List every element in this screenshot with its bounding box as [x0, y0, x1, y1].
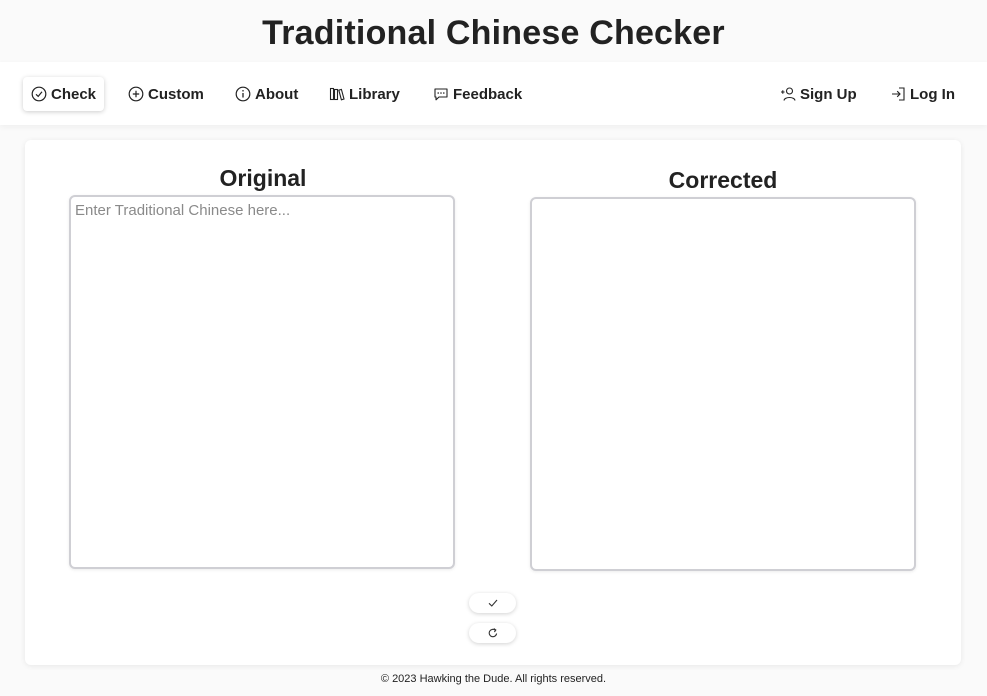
library-icon	[329, 87, 345, 101]
nav-about[interactable]: About	[227, 77, 306, 111]
nav-custom[interactable]: Custom	[120, 77, 212, 111]
chat-bubble-icon	[434, 88, 448, 101]
nav-log-in-label: Log In	[910, 85, 955, 103]
nav-sign-up[interactable]: Sign Up	[772, 77, 865, 111]
nav-check[interactable]: Check	[23, 77, 105, 111]
user-plus-icon	[781, 87, 796, 101]
corrected-textarea[interactable]	[530, 197, 916, 571]
nav-library[interactable]: Library	[321, 77, 408, 111]
navbar: Check Custom About Library Feedback Sign…	[0, 62, 987, 125]
checker-card: Original Corrected	[25, 140, 961, 665]
original-title: Original	[219, 165, 307, 191]
checkmark-icon	[488, 599, 497, 607]
reset-button[interactable]	[469, 623, 516, 643]
nav-about-label: About	[255, 85, 299, 103]
refresh-icon	[488, 628, 497, 638]
nav-feedback-label: Feedback	[453, 85, 523, 103]
info-circle-icon	[235, 86, 251, 102]
nav-check-label: Check	[51, 85, 97, 103]
nav-log-in[interactable]: Log In	[882, 77, 963, 111]
nav-feedback[interactable]: Feedback	[425, 77, 530, 111]
nav-sign-up-label: Sign Up	[800, 85, 857, 103]
nav-custom-label: Custom	[148, 85, 204, 103]
login-icon	[892, 87, 905, 101]
nav-library-label: Library	[349, 85, 400, 103]
check-button[interactable]	[469, 593, 516, 613]
corrected-title: Corrected	[668, 167, 778, 193]
page-title: Traditional Chinese Checker	[262, 14, 725, 52]
plus-circle-icon	[128, 86, 144, 102]
check-circle-icon	[31, 86, 47, 102]
original-textarea[interactable]	[69, 195, 455, 569]
footer-copyright: © 2023 Hawking the Dude. All rights rese…	[380, 673, 607, 685]
